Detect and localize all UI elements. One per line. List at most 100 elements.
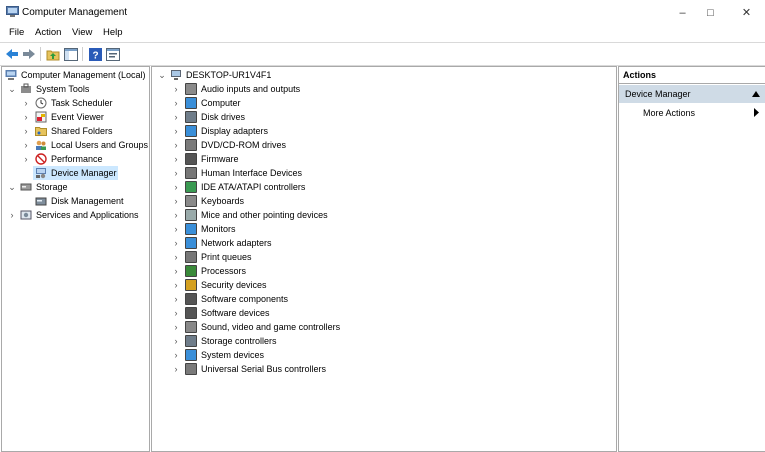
users-icon <box>36 140 46 150</box>
help-button[interactable]: ? <box>87 46 103 62</box>
tree-item-system-tools[interactable]: ⌄ System Tools <box>2 82 149 96</box>
chevron-right-icon[interactable]: › <box>172 306 180 320</box>
chevron-right-icon[interactable]: › <box>172 348 180 362</box>
device-root[interactable]: ⌄ DESKTOP-UR1V4F1 <box>152 68 616 82</box>
menu-help[interactable]: Help <box>103 27 123 38</box>
tree-item-storage[interactable]: ⌄ Storage <box>2 180 149 194</box>
collapse-up-icon[interactable] <box>752 91 760 97</box>
back-button[interactable] <box>4 46 20 62</box>
chevron-right-icon[interactable]: › <box>172 166 180 180</box>
shared-folder-icon <box>35 127 47 136</box>
device-category-storage-controllers[interactable]: › Storage controllers <box>152 334 616 348</box>
title-bar: Computer Management – □ ✕ <box>0 0 765 25</box>
more-actions-item[interactable]: More Actions <box>619 105 765 121</box>
tree-item-task-scheduler[interactable]: › Task Scheduler <box>2 96 149 110</box>
tree-item-performance[interactable]: › Performance <box>2 152 149 166</box>
console-tree-pane: Computer Management (Local) ⌄ System Too… <box>1 66 150 452</box>
device-category-software-components[interactable]: › Software components <box>152 292 616 306</box>
device-list-pane: ⌄ DESKTOP-UR1V4F1 › Audio inputs and outp… <box>151 66 617 452</box>
chevron-right-icon[interactable]: › <box>172 180 180 194</box>
device-category-mice-and-other-pointing-devices[interactable]: › Mice and other pointing devices <box>152 208 616 222</box>
device-category-network-adapters[interactable]: › Network adapters <box>152 236 616 250</box>
tree-item-local-users-groups[interactable]: › Local Users and Groups <box>2 138 149 152</box>
device-category-dvd-cd-rom-drives[interactable]: › DVD/CD-ROM drives <box>152 138 616 152</box>
chevron-right-icon[interactable]: › <box>172 194 180 208</box>
device-category-computer[interactable]: › Computer <box>152 96 616 110</box>
device-category-security-devices[interactable]: › Security devices <box>152 278 616 292</box>
chevron-right-icon[interactable]: › <box>172 222 180 236</box>
device-category-processors[interactable]: › Processors <box>152 264 616 278</box>
actions-section-device-manager[interactable]: Device Manager <box>619 85 765 103</box>
tree-item-shared-folders[interactable]: › Shared Folders <box>2 124 149 138</box>
chevron-right-icon[interactable]: › <box>172 124 180 138</box>
menu-file[interactable]: File <box>9 27 24 38</box>
device-category-label: Software devices <box>201 308 270 318</box>
chevron-right-icon[interactable]: › <box>172 292 180 306</box>
forward-button[interactable] <box>21 46 37 62</box>
properties-button[interactable] <box>105 46 121 62</box>
device-category-label: IDE ATA/ATAPI controllers <box>201 182 306 192</box>
tree-item-device-manager[interactable]: Device Manager <box>33 166 118 180</box>
device-category-human-interface-devices[interactable]: › Human Interface Devices <box>152 166 616 180</box>
device-category-label: Keyboards <box>201 196 245 206</box>
chevron-right-icon[interactable]: › <box>172 264 180 278</box>
chevron-right-icon[interactable]: › <box>172 278 180 292</box>
device-category-label: Monitors <box>201 224 236 234</box>
chevron-right-icon[interactable]: › <box>22 138 30 152</box>
tree-item-root[interactable]: Computer Management (Local) <box>2 68 149 82</box>
device-category-monitors[interactable]: › Monitors <box>152 222 616 236</box>
chevron-right-icon[interactable]: › <box>172 110 180 124</box>
device-category-audio-inputs-and-outputs[interactable]: › Audio inputs and outputs <box>152 82 616 96</box>
chevron-right-icon[interactable]: › <box>172 208 180 222</box>
chevron-right-icon[interactable]: › <box>172 138 180 152</box>
chevron-right-icon[interactable]: › <box>8 208 16 222</box>
menu-action[interactable]: Action <box>35 27 61 38</box>
tree-label: Disk Management <box>51 196 124 206</box>
chevron-right-icon[interactable]: › <box>172 334 180 348</box>
chevron-right-icon[interactable]: › <box>22 96 30 110</box>
chevron-right-icon[interactable]: › <box>172 250 180 264</box>
chevron-right-icon[interactable]: › <box>172 96 180 110</box>
device-category-label: Human Interface Devices <box>201 168 303 178</box>
device-category-disk-drives[interactable]: › Disk drives <box>152 110 616 124</box>
close-button[interactable]: ✕ <box>730 0 763 25</box>
tree-label: Shared Folders <box>51 126 113 136</box>
device-category-label: Processors <box>201 266 247 276</box>
security-device-icon <box>185 279 197 291</box>
chevron-down-icon[interactable]: ⌄ <box>158 68 166 82</box>
tree-label: Device Manager <box>51 168 117 178</box>
device-category-software-devices[interactable]: › Software devices <box>152 306 616 320</box>
device-category-display-adapters[interactable]: › Display adapters <box>152 124 616 138</box>
toolbar-separator <box>40 47 41 61</box>
tree-label: Storage <box>36 182 68 192</box>
chevron-right-icon[interactable]: › <box>172 362 180 376</box>
chevron-right-icon[interactable]: › <box>22 110 30 124</box>
device-category-sound-video-and-game-controllers[interactable]: › Sound, video and game controllers <box>152 320 616 334</box>
up-one-level-button[interactable] <box>45 46 61 62</box>
hid-icon <box>185 167 197 179</box>
chevron-down-icon[interactable]: ⌄ <box>8 82 16 96</box>
chevron-right-icon[interactable]: › <box>172 320 180 334</box>
device-category-universal-serial-bus-controllers[interactable]: › Universal Serial Bus controllers <box>152 362 616 376</box>
device-category-label: Disk drives <box>201 112 246 122</box>
device-category-ide-ata-atapi-controllers[interactable]: › IDE ATA/ATAPI controllers <box>152 180 616 194</box>
chevron-right-icon[interactable]: › <box>22 152 30 166</box>
chevron-right-icon[interactable]: › <box>172 236 180 250</box>
tree-item-event-viewer[interactable]: › Event Viewer <box>2 110 149 124</box>
maximize-button[interactable]: □ <box>694 0 727 25</box>
menu-view[interactable]: View <box>72 27 92 38</box>
device-category-firmware[interactable]: › Firmware <box>152 152 616 166</box>
device-category-keyboards[interactable]: › Keyboards <box>152 194 616 208</box>
show-hide-console-tree-button[interactable] <box>63 46 79 62</box>
device-category-label: Sound, video and game controllers <box>201 322 341 332</box>
chevron-right-icon[interactable]: › <box>172 152 180 166</box>
chevron-down-icon[interactable]: ⌄ <box>8 180 16 194</box>
chevron-right-icon[interactable]: › <box>22 124 30 138</box>
tree-item-disk-management[interactable]: Disk Management <box>2 194 149 208</box>
tree-item-services-applications[interactable]: › Services and Applications <box>2 208 149 222</box>
device-category-print-queues[interactable]: › Print queues <box>152 250 616 264</box>
actions-section-label: Device Manager <box>625 89 691 99</box>
chevron-right-icon[interactable]: › <box>172 82 180 96</box>
software-component-icon <box>185 293 197 305</box>
device-category-system-devices[interactable]: › System devices <box>152 348 616 362</box>
